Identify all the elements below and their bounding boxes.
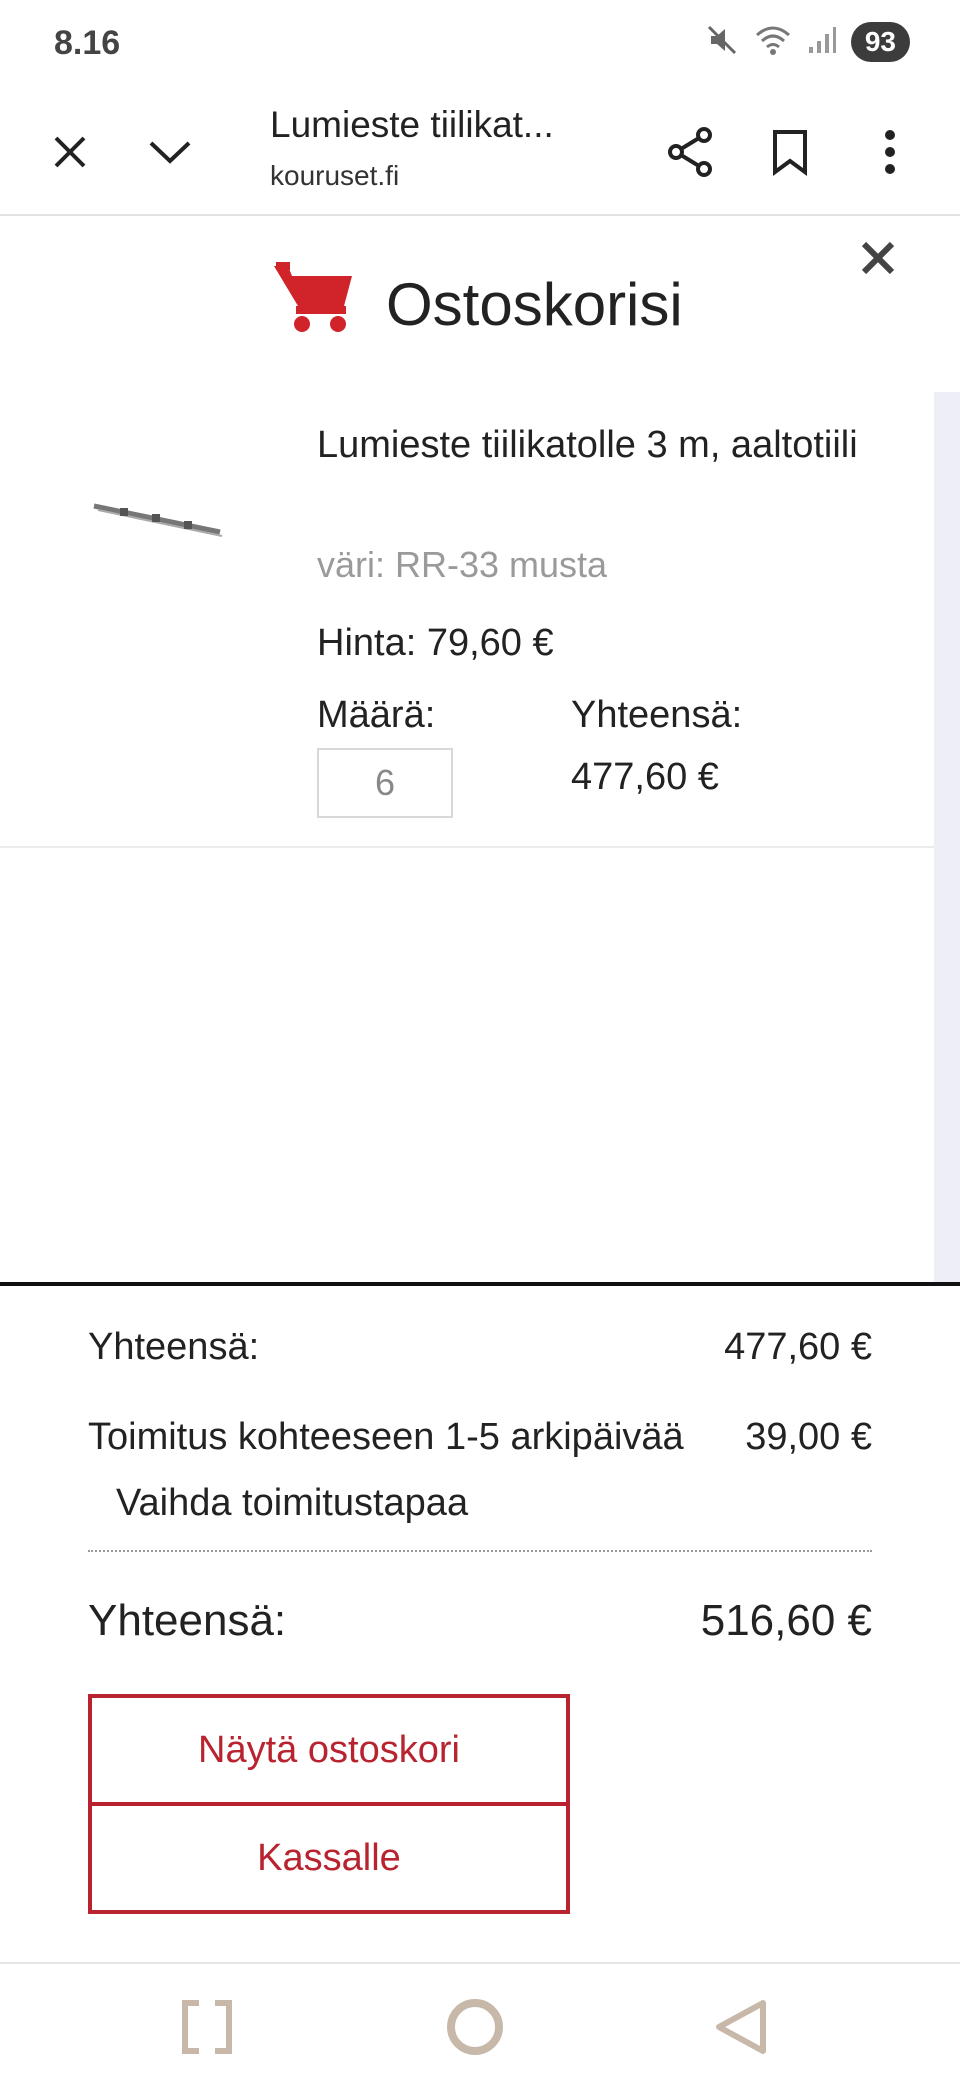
status-time: 8.16 — [54, 24, 121, 62]
home-icon[interactable] — [440, 1992, 510, 2062]
total-label: Yhteensä: — [88, 1596, 287, 1645]
system-navbar — [0, 1962, 960, 2080]
checkout-button[interactable]: Kassalle — [88, 1802, 570, 1914]
total-value: 516,60 € — [700, 1596, 872, 1645]
chevron-down-icon[interactable] — [138, 120, 202, 184]
subtotal-label: Yhteensä: — [88, 1326, 260, 1368]
signal-icon — [807, 25, 837, 60]
mute-icon — [705, 23, 739, 62]
product-image[interactable] — [90, 492, 230, 557]
shipping-value: 39,00 € — [745, 1416, 872, 1458]
close-cart-icon[interactable] — [858, 238, 908, 288]
shipping-row: Toimitus kohteeseen 1-5 arkipäivää 39,00… — [88, 1416, 872, 1459]
page-url[interactable]: kouruset.fi — [270, 160, 399, 192]
back-icon[interactable] — [706, 1992, 776, 2062]
status-icons: 93 — [705, 22, 910, 62]
browser-toolbar: Lumieste tiilikat... kouruset.fi — [0, 90, 960, 216]
quantity-input[interactable] — [317, 748, 453, 818]
divider — [88, 1550, 872, 1552]
wifi-icon — [753, 23, 793, 62]
line-total-label: Yhteensä: — [571, 694, 743, 736]
quantity-label: Määrä: — [317, 694, 436, 736]
shopping-cart-icon — [272, 260, 356, 339]
page-title[interactable]: Lumieste tiilikat... — [270, 104, 554, 146]
subtotal-value: 477,60 € — [724, 1326, 872, 1368]
more-vert-icon[interactable] — [858, 120, 922, 184]
total-row: Yhteensä: 516,60 € — [88, 1596, 872, 1646]
product-variant: väri: RR-33 musta — [317, 544, 608, 585]
subtotal-row: Yhteensä: 477,60 € — [88, 1326, 872, 1369]
status-bar: 8.16 93 — [0, 0, 960, 90]
scrollbar[interactable] — [934, 392, 960, 1282]
shipping-label: Toimitus kohteeseen 1-5 arkipäivää — [88, 1416, 684, 1458]
bookmark-icon[interactable] — [758, 120, 822, 184]
cart-item: Lumieste tiilikatolle 3 m, aaltotiili vä… — [0, 392, 934, 848]
share-icon[interactable] — [658, 120, 722, 184]
view-cart-button[interactable]: Näytä ostoskori — [88, 1694, 570, 1806]
close-icon[interactable] — [38, 120, 102, 184]
cart-header: Ostoskorisi — [0, 216, 960, 392]
battery-indicator: 93 — [850, 22, 910, 62]
cart-title: Ostoskorisi — [386, 271, 683, 338]
product-name[interactable]: Lumieste tiilikatolle 3 m, aaltotiili — [317, 412, 877, 478]
line-total-value: 477,60 € — [571, 756, 719, 798]
cart-summary: Yhteensä: 477,60 € Toimitus kohteeseen 1… — [0, 1282, 960, 1962]
change-shipping-link[interactable]: Vaihda toimitustapaa — [116, 1482, 468, 1525]
recent-apps-icon[interactable] — [172, 1992, 242, 2062]
product-price: Hinta: 79,60 € — [317, 622, 554, 664]
